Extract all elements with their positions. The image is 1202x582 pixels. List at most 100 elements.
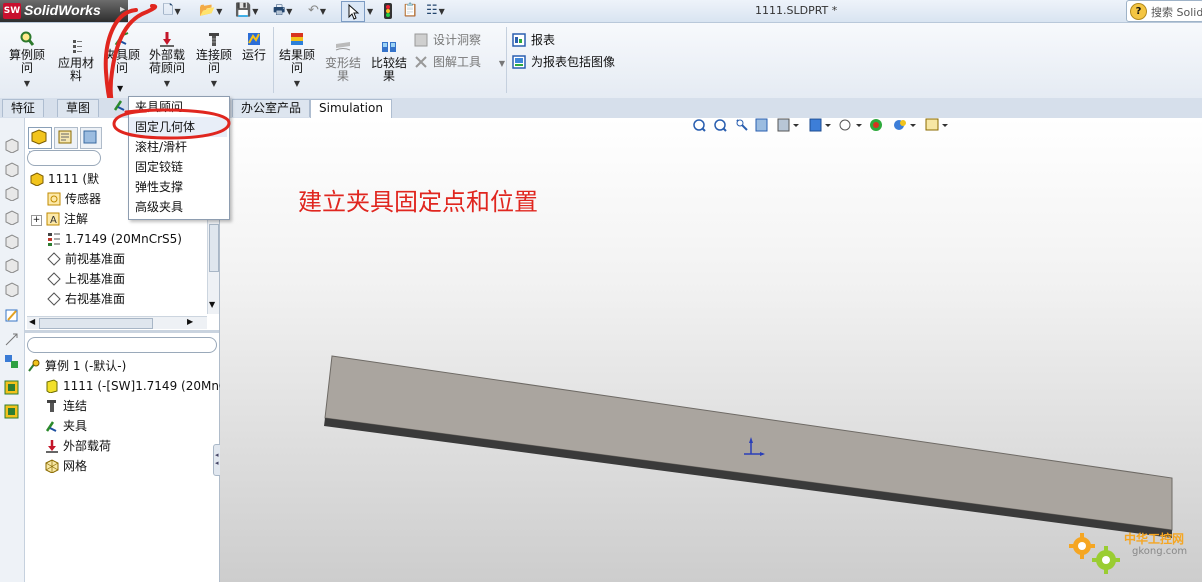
study-item-external-loads[interactable]: 外部载荷 — [45, 437, 111, 455]
plot-tools-label: 图解工具 — [433, 55, 482, 69]
watermark-text: 中华工控网 — [1124, 532, 1185, 546]
study-item-mesh[interactable]: 网格 — [45, 457, 87, 475]
tree-item-top-plane[interactable]: 上视基准面 — [47, 270, 125, 288]
study-icon — [28, 359, 40, 372]
results-advisor-button[interactable]: 结果顾 问 ▼ — [276, 31, 318, 90]
property-manager-icon — [58, 130, 72, 144]
cube-view-icon[interactable] — [4, 234, 19, 249]
run-button[interactable]: 运行 — [238, 31, 270, 62]
tab-features[interactable]: 特征 — [2, 99, 45, 117]
document-title: 1111.SLDPRT * — [755, 4, 838, 17]
cube-view-icon[interactable] — [4, 138, 19, 153]
scroll-right-arrow-icon[interactable]: ▶ — [187, 317, 193, 326]
tab-sketch[interactable]: 草图 — [57, 99, 100, 117]
feature-tree-filter-input[interactable] — [27, 150, 101, 166]
scrollbar-thumb[interactable] — [39, 318, 153, 329]
select-button[interactable] — [341, 1, 365, 22]
sketch-pencil-icon[interactable] — [4, 308, 19, 323]
tab-simulation[interactable]: Simulation — [310, 99, 392, 119]
solidworks-logo-icon: SW — [3, 3, 21, 19]
part-icon — [30, 172, 44, 186]
study-advisor-button[interactable]: 算例顾 问 ▼ — [6, 31, 48, 90]
tree-item-label: 夹具 — [63, 419, 88, 433]
mate-icon[interactable] — [4, 354, 19, 369]
gear-logo-icon — [1069, 533, 1120, 574]
feature-manager-tab[interactable] — [28, 127, 52, 149]
search-placeholder: 搜索 Solid — [1151, 6, 1202, 19]
property-manager-tab[interactable] — [54, 127, 78, 149]
tree-item-label: 连结 — [63, 399, 88, 413]
cube-view-icon[interactable] — [4, 162, 19, 177]
tree-item-right-plane[interactable]: 右视基准面 — [47, 290, 125, 308]
tree-item-front-plane[interactable]: 前视基准面 — [47, 250, 125, 268]
dimension-icon[interactable] — [4, 332, 19, 347]
results-plot-icon — [291, 33, 303, 45]
cube-view-icon[interactable] — [4, 210, 19, 225]
annotation-icon: A — [46, 212, 60, 226]
undo-button[interactable]: ↶▼ — [308, 2, 326, 20]
tree-item-material[interactable]: 1.7149 (20MnCrS5) — [47, 230, 182, 248]
study-item-study1[interactable]: 算例 1 (-默认-) — [27, 357, 126, 375]
study-tree-filter-input[interactable] — [27, 337, 217, 353]
expand-plus-icon[interactable]: + — [31, 215, 42, 226]
cube-view-icon[interactable] — [4, 282, 19, 297]
deformed-result-button[interactable]: 变形结 果 — [322, 39, 364, 83]
file-properties-button[interactable]: 📋 — [402, 2, 418, 20]
include-image-icon — [512, 55, 526, 69]
include-image-button[interactable]: 为报表包括图像 — [512, 53, 615, 70]
tree-item-label: 1111 (默 — [48, 172, 100, 186]
material-stack-icon — [73, 40, 82, 53]
study-item-connections[interactable]: 连结 — [45, 397, 87, 415]
design-insight-button[interactable]: 设计洞察 — [414, 31, 481, 48]
study-item-part[interactable]: 1111 (-[SW]1.7149 (20MnC — [45, 377, 227, 395]
menu-item-label: 弹性支撑 — [135, 180, 184, 194]
options-button[interactable]: ☷▼ — [426, 2, 445, 20]
tree-horizontal-scrollbar[interactable]: ◀ ▶ — [27, 316, 207, 329]
print-icon: 🖶 — [273, 3, 286, 18]
configuration-icon — [83, 130, 97, 144]
magnifier-icon — [20, 31, 35, 46]
scroll-left-arrow-icon[interactable]: ◀ — [29, 317, 35, 326]
scroll-down-arrow-icon[interactable]: ▼ — [209, 300, 215, 309]
simulation-icon[interactable] — [4, 380, 19, 395]
tree-item-sensors[interactable]: 传感器 — [47, 190, 101, 208]
chevron-down-icon: ▼ — [252, 7, 259, 16]
search-input[interactable]: ? 搜索 Solid — [1126, 0, 1202, 22]
compare-results-button[interactable]: 比较结 果 — [368, 39, 410, 83]
tree-item-label: 网格 — [63, 459, 88, 473]
tree-item-annotations[interactable]: + A 注解 — [31, 210, 88, 228]
report-icon — [512, 33, 526, 47]
menu-item-advanced-fixtures[interactable]: 高级夹具 — [129, 197, 227, 217]
report-button[interactable]: 报表 — [512, 31, 555, 48]
cube-view-icon[interactable] — [4, 258, 19, 273]
tree-item-part[interactable]: 1111 (默 — [30, 170, 99, 188]
tree-item-label: 1111 (-[SW]1.7149 (20MnC — [63, 379, 228, 393]
plot-tools-button[interactable]: 图解工具 ▼ — [414, 53, 505, 70]
apply-material-button[interactable]: 应用材 料 — [55, 39, 97, 83]
print-button[interactable]: 🖶▼ — [273, 2, 292, 20]
scrollbar-thumb[interactable] — [209, 224, 219, 272]
chevron-down-icon: ▼ — [438, 7, 445, 16]
compare-results-label: 比较结 果 — [370, 56, 407, 83]
select-dropdown[interactable]: ▼ — [366, 2, 373, 20]
cube-view-icon[interactable] — [4, 186, 19, 201]
panel-splitter[interactable] — [25, 330, 219, 333]
configuration-manager-tab[interactable] — [80, 127, 102, 149]
tree-item-label: 算例 1 (-默认-) — [45, 359, 127, 373]
deformed-result-icon — [335, 42, 351, 51]
menu-item-fixed-hinge[interactable]: 固定铰链 — [129, 157, 227, 177]
design-insight-icon — [414, 33, 428, 47]
tree-item-label: 传感器 — [65, 192, 102, 206]
tree-item-label: 1.7149 (20MnCrS5) — [65, 232, 182, 246]
tab-office-products[interactable]: 办公室产品 — [232, 99, 311, 117]
apply-material-label: 应用材 料 — [57, 56, 94, 83]
tree-vertical-scrollbar[interactable]: ▼ — [207, 220, 219, 314]
menu-item-elastic-support[interactable]: 弹性支撑 — [129, 177, 227, 197]
simulation-results-icon[interactable] — [4, 404, 19, 419]
tree-item-label: 右视基准面 — [65, 292, 126, 306]
save-button[interactable]: 💾▼ — [235, 2, 258, 20]
model-top-face — [324, 355, 1173, 531]
rebuild-button[interactable] — [381, 2, 395, 23]
file-properties-icon: 📋 — [402, 3, 419, 18]
study-item-fixtures[interactable]: 夹具 — [45, 417, 87, 435]
